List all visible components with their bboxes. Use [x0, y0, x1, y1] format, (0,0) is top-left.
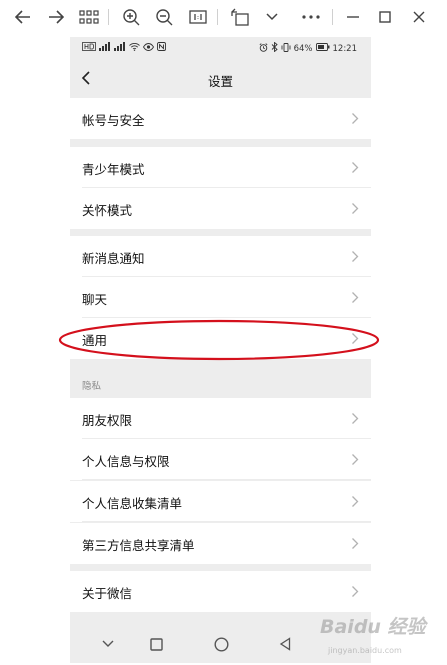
- zoom-out-icon[interactable]: [152, 5, 176, 29]
- maximize-icon[interactable]: [373, 5, 397, 29]
- grid-view-icon[interactable]: [77, 5, 101, 29]
- chevron-right-icon: [352, 251, 359, 262]
- settings-item-about-wechat[interactable]: 关于微信: [70, 571, 371, 612]
- settings-item-teen-mode[interactable]: 青少年模式: [70, 147, 371, 188]
- minimize-icon[interactable]: [341, 5, 365, 29]
- signal-icon: [114, 42, 126, 54]
- settings-item-account-security[interactable]: 帐号与安全: [70, 98, 371, 139]
- chevron-right-icon: [352, 586, 359, 597]
- nav-back-icon[interactable]: [275, 634, 295, 654]
- chevron-right-icon: [352, 162, 359, 173]
- alarm-icon: [259, 42, 268, 55]
- bluetooth-icon: [271, 41, 278, 55]
- rotate-icon[interactable]: [228, 5, 252, 29]
- signal-icon: [99, 42, 111, 54]
- toolbar-divider: [108, 9, 109, 25]
- page-title: 设置: [207, 74, 233, 89]
- chevron-right-icon: [352, 203, 359, 214]
- actual-size-icon[interactable]: [186, 5, 210, 29]
- nav-bar: 设置: [70, 59, 371, 97]
- chevron-right-icon: [352, 496, 359, 507]
- toolbar-divider: [217, 9, 218, 25]
- settings-item-label: 第三方信息共享清单: [82, 538, 195, 553]
- toolbar-divider: [332, 9, 333, 25]
- close-icon[interactable]: [407, 5, 431, 29]
- battery-icon: [315, 43, 330, 54]
- more-options-icon[interactable]: [299, 5, 323, 29]
- settings-item-label: 通用: [82, 333, 108, 348]
- settings-item-label: 个人信息收集清单: [82, 496, 183, 511]
- row-divider: [82, 479, 371, 480]
- wifi-icon: [129, 42, 140, 54]
- settings-item-label: 聊天: [82, 292, 108, 307]
- nfc-icon: [157, 42, 166, 54]
- vibrate-icon: [281, 42, 291, 55]
- phone-screen: 64% 12:21 设置 帐号与安全 青少年模式 关怀模式 新消息通知 聊天 通…: [70, 37, 371, 663]
- settings-item-label: 关怀模式: [82, 203, 133, 218]
- section-header-privacy: 隐私: [82, 381, 102, 392]
- forward-arrow-icon[interactable]: [44, 5, 68, 29]
- clock-time: 12:21: [332, 43, 358, 54]
- nav-recents-icon[interactable]: [146, 634, 166, 654]
- watermark-logo-text: Baidu 经验: [320, 616, 426, 638]
- settings-item-general[interactable]: 通用: [70, 318, 371, 359]
- chevron-right-icon: [352, 292, 359, 303]
- chevron-right-icon: [352, 113, 359, 124]
- hd-badge-icon: [82, 42, 96, 54]
- settings-item-label: 关于微信: [82, 586, 133, 601]
- chevron-right-icon: [352, 454, 359, 465]
- settings-item-new-message-notifications[interactable]: 新消息通知: [70, 236, 371, 277]
- settings-item-friend-permissions[interactable]: 朋友权限: [70, 398, 371, 439]
- settings-item-label: 青少年模式: [82, 162, 145, 177]
- chevron-right-icon: [352, 333, 359, 344]
- baidu-watermark-logo: Baidu 经验 jingyan.baidu.com: [320, 612, 445, 660]
- settings-item-label: 个人信息与权限: [82, 454, 170, 469]
- chevron-down-icon[interactable]: [260, 5, 284, 29]
- back-arrow-icon[interactable]: [11, 5, 35, 29]
- eye-icon: [142, 42, 155, 54]
- chevron-right-icon: [352, 538, 359, 549]
- zoom-in-icon[interactable]: [119, 5, 143, 29]
- settings-item-label: 朋友权限: [82, 413, 133, 428]
- watermark-url: jingyan.baidu.com: [328, 646, 402, 655]
- settings-item-personal-info-permissions[interactable]: 个人信息与权限: [70, 439, 371, 480]
- settings-item-third-party-sharing[interactable]: 第三方信息共享清单: [70, 523, 371, 564]
- viewer-toolbar: [0, 0, 447, 34]
- settings-item-label: 帐号与安全: [82, 113, 145, 128]
- battery-percent: 64%: [293, 43, 313, 54]
- nav-home-icon[interactable]: [211, 634, 231, 654]
- chevron-right-icon: [352, 413, 359, 424]
- row-divider: [82, 521, 371, 522]
- settings-item-chat[interactable]: 聊天: [70, 277, 371, 318]
- settings-item-label: 新消息通知: [82, 251, 145, 266]
- nav-hide-icon[interactable]: [98, 634, 118, 654]
- settings-item-care-mode[interactable]: 关怀模式: [70, 188, 371, 229]
- status-bar: 64% 12:21: [70, 37, 371, 59]
- settings-item-personal-info-collection[interactable]: 个人信息收集清单: [70, 481, 371, 522]
